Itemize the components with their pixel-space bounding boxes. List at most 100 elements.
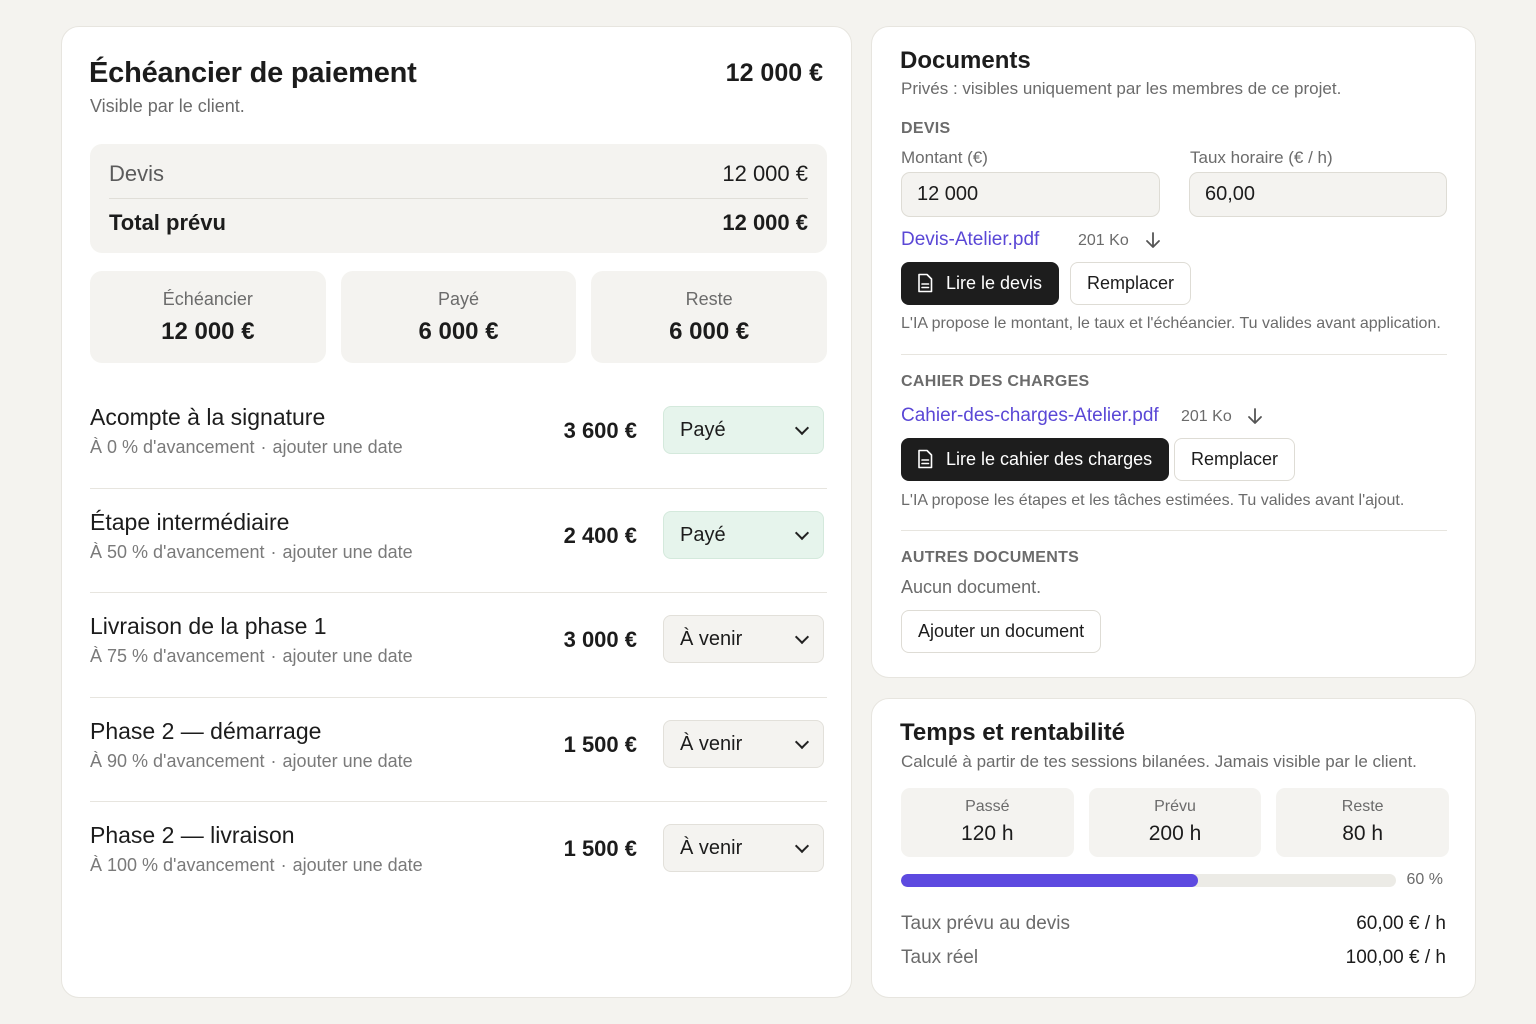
status-value: À venir — [680, 837, 743, 859]
milestone-row: Phase 2 — démarrage À 90 % d'avancement ·… — [90, 698, 827, 802]
spec-ai-note: L'IA propose les étapes et les tâches es… — [901, 492, 1405, 509]
milestone-row: Phase 2 — livraison À 100 % d'avancement… — [90, 802, 827, 907]
time-profitability-card: Temps et rentabilité Calculé à partir de… — [871, 698, 1476, 998]
stat-remaining: Reste 6 000 € — [591, 271, 828, 363]
amount-label: Montant (€) — [901, 148, 988, 167]
spec-section-heading: CAHIER DES CHARGES — [901, 373, 1090, 390]
milestone-status-select[interactable]: À venir — [663, 824, 824, 872]
real-rate-label: Taux réel — [901, 947, 979, 968]
section-divider — [901, 530, 1447, 531]
hourly-rate-input[interactable]: 60,00 — [1189, 172, 1447, 217]
milestone-row: Étape intermédiaire À 50 % d'avancement ·… — [90, 489, 827, 593]
stat-schedule: Échéancier 12 000 € — [90, 271, 326, 363]
download-icon[interactable] — [1145, 232, 1161, 250]
status-value: À venir — [680, 628, 743, 650]
chevron-down-icon — [794, 629, 810, 645]
stat-value: 80 h — [1342, 822, 1384, 845]
planned-rate-value: 60,00 € / h — [1356, 913, 1446, 934]
milestone-row: Acompte à la signature À 0 % d'avancemen… — [90, 384, 827, 489]
add-date-link[interactable]: ajouter une date — [273, 437, 403, 457]
add-date-link[interactable]: ajouter une date — [283, 646, 413, 666]
documents-title: Documents — [900, 47, 1031, 74]
payment-schedule-card: Échéancier de paiement Visible par le cl… — [61, 26, 852, 998]
schedule-subtitle: Visible par le client. — [90, 96, 245, 116]
milestone-progress: À 0 % d'avancement — [90, 437, 255, 457]
milestone-status-select[interactable]: Payé — [663, 406, 824, 454]
no-documents-text: Aucun document. — [901, 577, 1042, 597]
summary-planned-row: Total prévu 12 000 € — [109, 210, 808, 236]
schedule-total: 12 000 € — [725, 59, 823, 87]
stat-label: Reste — [1341, 798, 1384, 815]
replace-spec-button[interactable]: Remplacer — [1174, 438, 1296, 481]
meta-separator: · — [280, 855, 287, 875]
meta-separator: · — [260, 437, 267, 457]
read-spec-button[interactable]: Lire le cahier des charges — [901, 438, 1170, 481]
milestone-name: Phase 2 — livraison — [90, 822, 295, 848]
milestone-amount: 1 500 € — [563, 836, 637, 861]
milestone-progress: À 75 % d'avancement — [90, 646, 265, 666]
stat-value: 200 h — [1148, 822, 1202, 845]
download-icon[interactable] — [1247, 408, 1263, 426]
amount-input[interactable]: 12 000 — [901, 172, 1160, 217]
milestone-name: Livraison de la phase 1 — [90, 613, 327, 639]
milestone-name: Phase 2 — démarrage — [90, 717, 322, 744]
other-docs-heading: AUTRES DOCUMENTS — [901, 549, 1080, 566]
milestone-meta: À 100 % d'avancement · ajouter une date — [90, 855, 423, 876]
chevron-down-icon — [794, 838, 810, 854]
milestone-amount: 3 600 € — [563, 418, 637, 443]
milestone-progress: À 50 % d'avancement — [90, 541, 265, 562]
document-icon — [918, 273, 933, 293]
stat-label: Passé — [965, 798, 1010, 815]
schedule-stats: Échéancier 12 000 € Payé 6 000 € Reste 6… — [90, 271, 828, 363]
meta-separator: · — [270, 541, 277, 562]
milestone-status-select[interactable]: À venir — [663, 719, 824, 768]
document-icon — [918, 449, 933, 469]
summary-quote-label: Devis — [109, 161, 165, 186]
replace-quote-button[interactable]: Remplacer — [1070, 262, 1192, 305]
add-document-button[interactable]: Ajouter un document — [901, 610, 1102, 653]
add-date-link[interactable]: ajouter une date — [293, 855, 423, 875]
milestone-amount: 3 000 € — [563, 627, 637, 652]
stat-value: 120 h — [961, 822, 1014, 845]
chevron-down-icon — [794, 525, 810, 540]
meta-separator: · — [270, 646, 277, 666]
status-value: À venir — [680, 732, 743, 755]
chevron-down-icon — [794, 420, 810, 436]
summary-planned-label: Total prévu — [109, 210, 226, 235]
milestone-status-select[interactable]: Payé — [663, 510, 824, 559]
milestone-name: Étape intermédiaire — [90, 508, 290, 535]
rate-label: Taux horaire (€ / h) — [1190, 148, 1333, 167]
chevron-down-icon — [794, 734, 810, 749]
quote-section-heading: DEVIS — [901, 120, 951, 137]
milestone-row: Livraison de la phase 1 À 75 % d'avancem… — [90, 593, 827, 698]
stat-value: 6 000 € — [418, 318, 499, 345]
add-date-link[interactable]: ajouter une date — [283, 542, 413, 562]
quote-file-link[interactable]: Devis-Atelier.pdf — [901, 229, 1039, 251]
time-title: Temps et rentabilité — [900, 719, 1125, 746]
milestone-meta: À 75 % d'avancement · ajouter une date — [90, 646, 413, 667]
stat-value: 6 000 € — [669, 318, 750, 345]
real-rate-row: Taux réel 100,00 € / h — [901, 947, 1446, 969]
read-quote-button[interactable]: Lire le devis — [901, 262, 1060, 305]
read-spec-label: Lire le cahier des charges — [946, 449, 1153, 469]
stat-label: Prévu — [1154, 798, 1196, 815]
read-quote-label: Lire le devis — [946, 273, 1043, 293]
summary-divider — [109, 198, 808, 199]
time-stat-planned: Prévu 200 h — [1088, 788, 1262, 857]
milestone-status-select[interactable]: À venir — [663, 615, 824, 663]
milestone-meta: À 50 % d'avancement · ajouter une date — [90, 542, 413, 563]
documents-card: Documents Privés : visibles uniquement p… — [871, 26, 1476, 678]
quote-ai-note: L'IA propose le montant, le taux et l'éc… — [901, 315, 1441, 332]
milestone-progress: À 90 % d'avancement — [90, 750, 265, 771]
stat-label: Échéancier — [162, 289, 253, 309]
add-date-link[interactable]: ajouter une date — [283, 751, 413, 771]
progress-fill — [901, 874, 1198, 887]
milestone-amount: 2 400 € — [563, 522, 637, 548]
summary-quote-row: Devis 12 000 € — [109, 161, 808, 187]
spec-file-link[interactable]: Cahier-des-charges-Atelier.pdf — [901, 405, 1159, 427]
schedule-summary: Devis 12 000 € Total prévu 12 000 € — [90, 144, 827, 253]
status-value: Payé — [680, 419, 726, 441]
section-divider — [901, 354, 1447, 355]
meta-separator: · — [270, 750, 277, 771]
milestone-meta: À 90 % d'avancement · ajouter une date — [90, 751, 413, 772]
